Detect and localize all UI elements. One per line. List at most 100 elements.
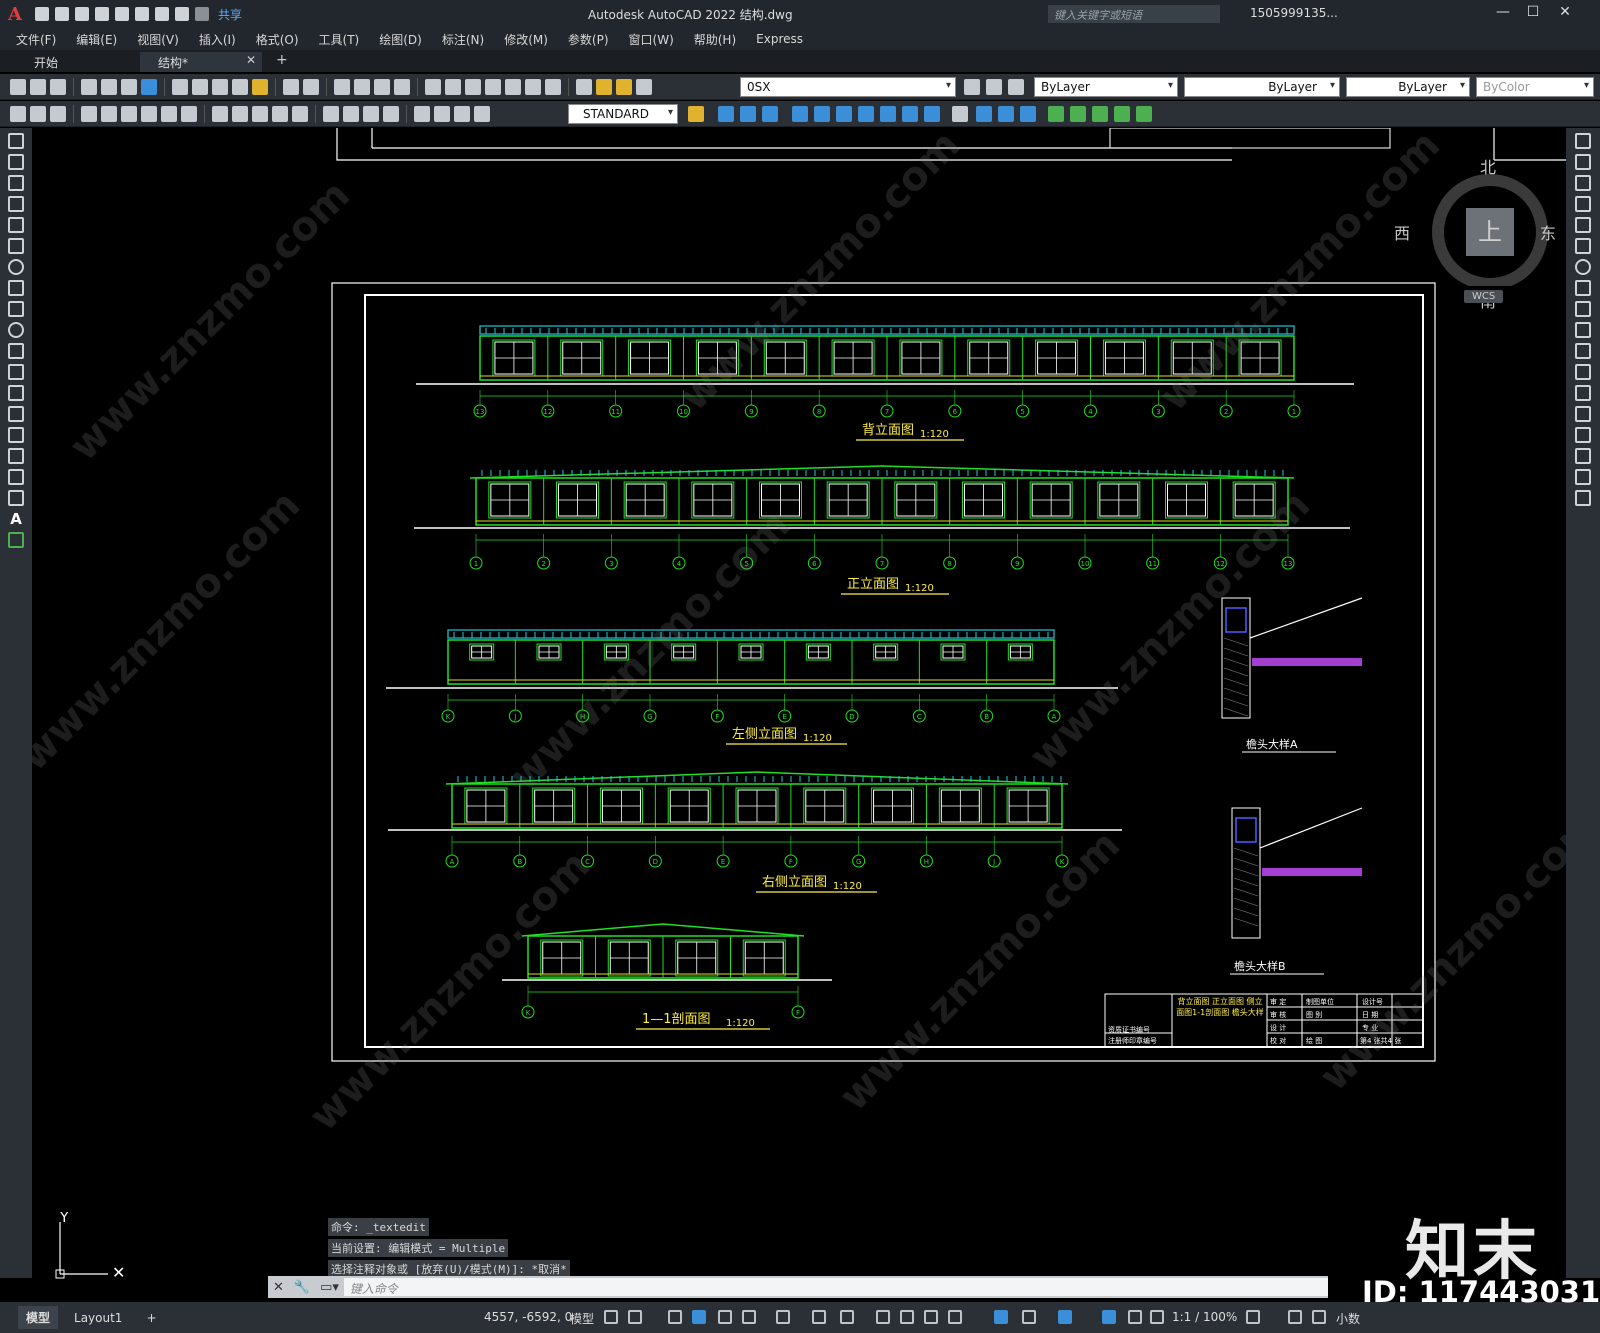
3d-osnap-icon[interactable] xyxy=(948,1310,962,1324)
polar-icon[interactable] xyxy=(742,1310,756,1324)
scale-icon[interactable] xyxy=(1575,280,1591,296)
open-file-icon[interactable] xyxy=(54,7,69,21)
help-search-input[interactable]: 键入关键字或短语 xyxy=(1048,5,1220,23)
arc-icon[interactable] xyxy=(8,238,24,254)
3d-box-icon[interactable] xyxy=(718,106,734,122)
selection-filter-icon[interactable] xyxy=(1022,1310,1036,1324)
command-input[interactable]: 键入命令 xyxy=(343,1278,1328,1296)
erase-icon[interactable] xyxy=(1575,133,1591,149)
redo-icon[interactable] xyxy=(194,7,209,21)
transparency-icon[interactable] xyxy=(900,1310,914,1324)
layer-states-icon[interactable] xyxy=(1008,79,1024,95)
hatch-icon[interactable] xyxy=(8,427,24,443)
table-icon[interactable] xyxy=(8,490,24,506)
user-account[interactable]: 1505999135... xyxy=(1250,6,1338,20)
annotation-scale[interactable]: 1:1 / 100% xyxy=(1172,1310,1237,1324)
trim-icon[interactable] xyxy=(1575,322,1591,338)
array-icon[interactable] xyxy=(1575,217,1591,233)
menu-help[interactable]: 帮助(H) xyxy=(694,31,736,48)
menu-modify[interactable]: 修改(M) xyxy=(504,31,548,48)
units-icon[interactable] xyxy=(1312,1310,1326,1324)
print-icon[interactable] xyxy=(154,7,169,21)
sheet-set-icon[interactable] xyxy=(485,78,501,95)
ucs-previous-icon[interactable] xyxy=(1092,106,1108,122)
visual-style-icon[interactable] xyxy=(976,106,992,122)
polygon-icon[interactable] xyxy=(8,196,24,212)
shaded-icon[interactable] xyxy=(998,106,1014,122)
dynamic-input-icon[interactable] xyxy=(692,1310,706,1324)
region-icon[interactable] xyxy=(8,469,24,485)
dim-update-icon[interactable] xyxy=(454,105,470,122)
gizmo-icon[interactable] xyxy=(1058,1310,1072,1324)
close-command-line-icon[interactable]: ✕ xyxy=(273,1280,284,1295)
help-icon[interactable] xyxy=(545,78,561,95)
center-mark-icon[interactable] xyxy=(343,105,359,122)
make-current-icon[interactable] xyxy=(964,79,980,95)
save-as-icon[interactable] xyxy=(94,7,109,21)
realistic-icon[interactable] xyxy=(1020,106,1036,122)
dynamic-ucs-icon[interactable] xyxy=(994,1310,1008,1324)
compass-east[interactable]: 东 xyxy=(1540,220,1556,244)
menu-window[interactable]: 窗口(W) xyxy=(629,31,674,48)
fillet-icon[interactable] xyxy=(1575,448,1591,464)
layer-lock-icon[interactable] xyxy=(636,78,652,95)
pan-icon[interactable] xyxy=(334,78,350,95)
tool-palettes-icon[interactable] xyxy=(465,78,481,95)
plot-icon[interactable] xyxy=(81,78,97,95)
view-left-icon[interactable] xyxy=(836,106,852,122)
units-readout[interactable]: 小数 xyxy=(1336,1310,1360,1327)
auto-scale-icon[interactable] xyxy=(1128,1310,1142,1324)
menu-dimension[interactable]: 标注(N) xyxy=(442,31,484,48)
close-tab-icon[interactable]: ✕ xyxy=(246,53,256,67)
import-icon[interactable] xyxy=(114,7,129,21)
zoom-window-icon[interactable] xyxy=(374,78,390,95)
selection-cycling-icon[interactable] xyxy=(924,1310,938,1324)
copy-object-icon[interactable] xyxy=(1575,154,1591,170)
menu-tools[interactable]: 工具(T) xyxy=(319,31,360,48)
ucs-face-icon[interactable] xyxy=(1114,106,1130,122)
redo-icon[interactable] xyxy=(303,78,319,95)
ellipse-icon[interactable] xyxy=(8,322,24,338)
menu-view[interactable]: 视图(V) xyxy=(137,31,179,48)
compass-north[interactable]: 北 xyxy=(1480,154,1496,178)
circle-icon[interactable] xyxy=(8,259,24,275)
open-icon[interactable] xyxy=(30,78,46,95)
point-icon[interactable] xyxy=(8,406,24,422)
mtext-icon[interactable]: A xyxy=(8,511,24,527)
autocad-logo-icon[interactable]: A xyxy=(8,4,22,25)
jogged-icon[interactable] xyxy=(141,105,157,122)
menu-insert[interactable]: 插入(I) xyxy=(199,31,236,48)
annotation-monitor-icon[interactable] xyxy=(1288,1310,1302,1324)
mirror-icon[interactable] xyxy=(1575,175,1591,191)
menu-format[interactable]: 格式(O) xyxy=(256,31,299,48)
view-front-icon[interactable] xyxy=(792,106,808,122)
view-iso-icon[interactable] xyxy=(924,106,940,122)
view-right-icon[interactable] xyxy=(858,106,874,122)
save-icon[interactable] xyxy=(50,78,66,95)
orbit-icon[interactable] xyxy=(952,106,968,122)
export-icon[interactable] xyxy=(134,7,149,21)
diameter-icon[interactable] xyxy=(161,105,177,122)
jogged-linear-icon[interactable] xyxy=(383,105,399,122)
extend-icon[interactable] xyxy=(1575,343,1591,359)
dim-edit-icon[interactable] xyxy=(414,105,430,122)
publish-icon[interactable] xyxy=(121,78,137,95)
tab-structure[interactable]: 结构* ✕ xyxy=(140,52,262,72)
osnap-tracking-icon[interactable] xyxy=(776,1310,790,1324)
qnew-icon[interactable] xyxy=(10,78,26,95)
add-layout-button[interactable]: + xyxy=(138,1308,164,1328)
layer-properties-icon[interactable] xyxy=(576,78,592,95)
menu-parametric[interactable]: 参数(P) xyxy=(568,31,609,48)
add-tab-button[interactable]: + xyxy=(276,52,288,68)
preview-icon[interactable] xyxy=(101,78,117,95)
share-button[interactable]: 共享 xyxy=(218,6,242,23)
lineweight-icon[interactable] xyxy=(876,1310,890,1324)
dim-style-manager-icon[interactable] xyxy=(688,106,704,122)
menu-express[interactable]: Express xyxy=(756,32,803,46)
zoom-realtime-icon[interactable] xyxy=(354,78,370,95)
save-icon[interactable] xyxy=(74,7,89,21)
calculator-icon[interactable] xyxy=(525,78,541,95)
insert-block-icon[interactable] xyxy=(8,364,24,380)
undo-icon[interactable] xyxy=(283,78,299,95)
rectangle-icon[interactable] xyxy=(8,217,24,233)
